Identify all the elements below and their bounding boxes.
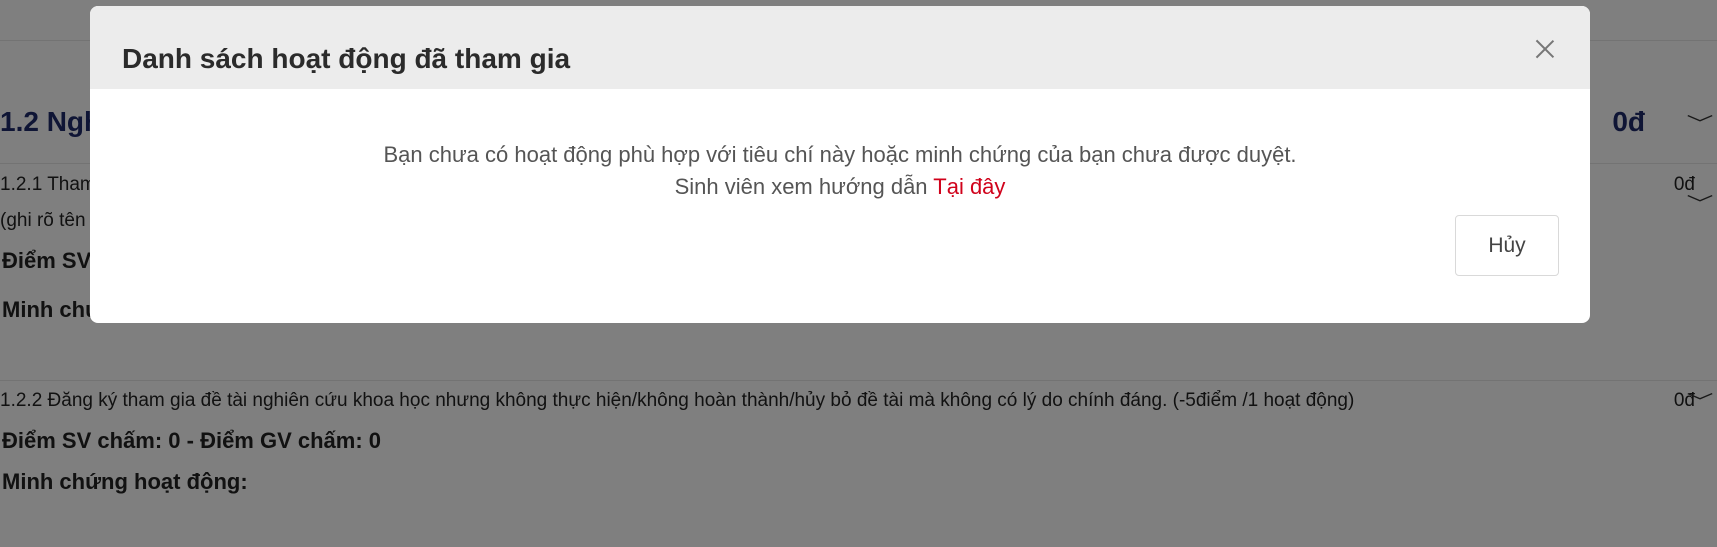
modal-title: Danh sách hoạt động đã tham gia xyxy=(122,43,571,74)
modal-message-line1: Bạn chưa có hoạt động phù hợp với tiêu c… xyxy=(383,142,1297,167)
modal-header: Danh sách hoạt động đã tham gia xyxy=(90,6,1590,89)
close-icon[interactable] xyxy=(1532,36,1558,62)
activity-list-modal: Danh sách hoạt động đã tham gia Bạn chưa… xyxy=(90,6,1590,323)
modal-message: Bạn chưa có hoạt động phù hợp với tiêu c… xyxy=(90,139,1590,203)
guide-link[interactable]: Tại đây xyxy=(933,174,1005,199)
modal-message-prefix: Sinh viên xem hướng dẫn xyxy=(674,174,934,199)
modal-message-line2: Sinh viên xem hướng dẫn Tại đây xyxy=(90,171,1590,203)
cancel-button[interactable]: Hủy xyxy=(1455,215,1559,276)
